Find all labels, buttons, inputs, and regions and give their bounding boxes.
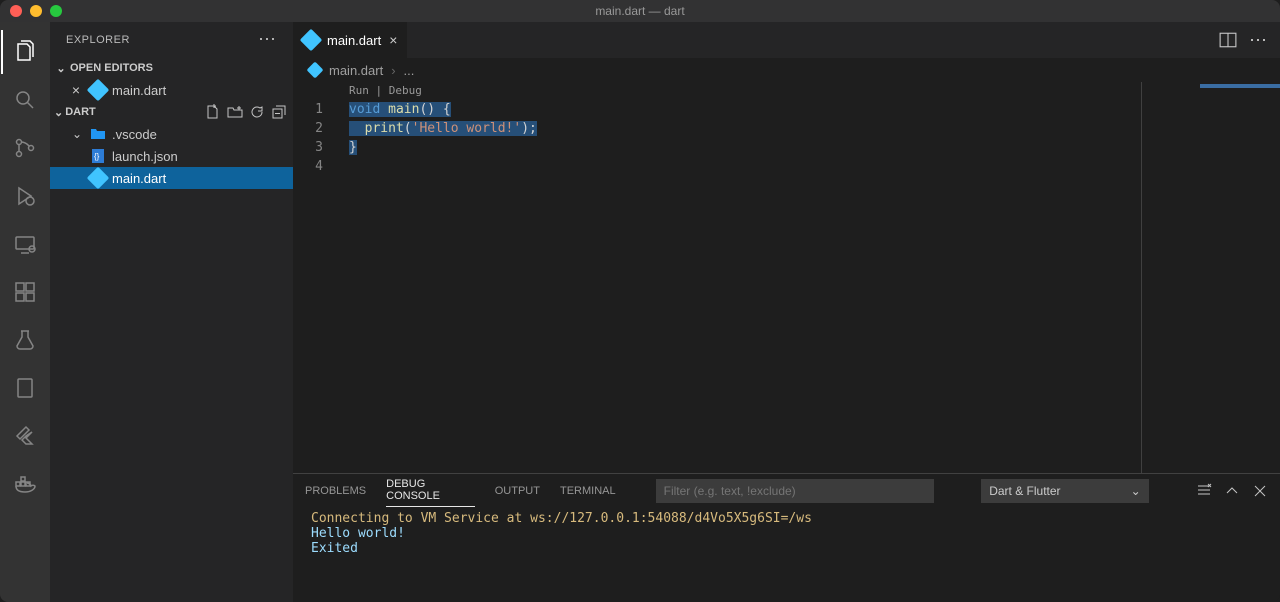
folder-name: DART <box>65 106 96 118</box>
editor-ruler <box>1141 82 1142 473</box>
sidebar-more-icon[interactable]: ⋯ <box>258 29 277 50</box>
panel-tab-output[interactable]: Output <box>495 481 540 501</box>
panel-tab-bar: Problems Debug Console Output Terminal D… <box>293 474 1280 507</box>
search-icon[interactable] <box>1 78 49 122</box>
close-editor-icon[interactable]: × <box>68 82 84 98</box>
dart-file-icon <box>307 62 324 79</box>
panel-tab-terminal[interactable]: Terminal <box>560 481 616 501</box>
dart-file-icon <box>300 29 323 52</box>
console-line: Hello world! <box>311 526 1262 541</box>
open-editors-label: OPEN EDITORS <box>70 62 153 74</box>
console-line: Exited <box>311 541 1262 556</box>
console-line: Connecting to VM Service at ws://127.0.0… <box>311 511 1262 526</box>
dart-file-icon <box>87 79 110 102</box>
svg-text:{}: {} <box>94 152 100 161</box>
dart-file-icon <box>87 167 110 190</box>
sidebar-title-row: EXPLORER ⋯ <box>50 22 293 57</box>
refresh-icon[interactable] <box>249 104 265 120</box>
chevron-down-icon: ⌄ <box>1131 484 1141 498</box>
open-editor-item[interactable]: × main.dart <box>50 79 293 101</box>
panel-tab-debug-console[interactable]: Debug Console <box>386 474 475 507</box>
workbench-body: EXPLORER ⋯ ⌄ OPEN EDITORS × main.dart ⌄ … <box>0 22 1280 602</box>
bookmark-icon[interactable] <box>1 366 49 410</box>
expand-panel-icon[interactable] <box>1224 483 1240 499</box>
editor-more-icon[interactable]: ⋯ <box>1249 30 1268 51</box>
activity-bar <box>0 22 50 602</box>
line-number-gutter: 1 2 3 4 <box>293 100 341 473</box>
vscode-window: main.dart — dart <box>0 0 1280 602</box>
code-content[interactable]: void main() { print('Hello world!'); } <box>341 100 537 473</box>
debug-session-select[interactable]: Dart & Flutter ⌄ <box>981 479 1148 503</box>
debug-console-output[interactable]: Connecting to VM Service at ws://127.0.0… <box>293 507 1280 602</box>
bottom-panel: Problems Debug Console Output Terminal D… <box>293 473 1280 602</box>
window-title: main.dart — dart <box>0 4 1280 18</box>
close-panel-icon[interactable] <box>1252 483 1268 499</box>
collapse-all-icon[interactable] <box>271 104 287 120</box>
tabs: main.dart × <box>293 22 408 58</box>
debug-session-label: Dart & Flutter <box>989 484 1060 498</box>
editor-area: Run | Debug 1 2 3 4 void main() { print(… <box>293 82 1280 473</box>
editor-actions: ⋯ <box>1219 22 1280 58</box>
testing-icon[interactable] <box>1 318 49 362</box>
editor-group: main.dart × ⋯ main.dart › ... Run | Debu… <box>293 22 1280 602</box>
clear-console-icon[interactable] <box>1196 483 1212 499</box>
extensions-icon[interactable] <box>1 270 49 314</box>
chevron-down-icon: ⌄ <box>72 127 84 141</box>
breadcrumbs[interactable]: main.dart › ... <box>293 58 1280 82</box>
folder-actions <box>205 104 287 120</box>
flutter-icon[interactable] <box>1 414 49 458</box>
tree-file-main-dart[interactable]: main.dart <box>50 167 293 189</box>
text-editor[interactable]: Run | Debug 1 2 3 4 void main() { print(… <box>293 82 1180 473</box>
split-editor-icon[interactable] <box>1219 31 1237 49</box>
codelens-run-debug[interactable]: Run | Debug <box>341 84 422 97</box>
tab-main-dart[interactable]: main.dart × <box>293 22 408 58</box>
tree-item-label: main.dart <box>112 171 166 186</box>
breadcrumb-file[interactable]: main.dart <box>329 63 383 78</box>
source-control-icon[interactable] <box>1 126 49 170</box>
tab-label: main.dart <box>327 33 381 48</box>
new-folder-icon[interactable] <box>227 104 243 120</box>
open-editors-header[interactable]: ⌄ OPEN EDITORS <box>50 57 293 79</box>
tab-bar: main.dart × ⋯ <box>293 22 1280 58</box>
new-file-icon[interactable] <box>205 104 221 120</box>
explorer-icon[interactable] <box>1 30 49 74</box>
breadcrumb-more[interactable]: ... <box>404 63 415 78</box>
open-editor-filename: main.dart <box>112 83 166 98</box>
json-file-icon: {} <box>90 148 106 164</box>
vscode-folder-icon <box>90 126 106 142</box>
minimap-selection <box>1200 84 1280 88</box>
titlebar: main.dart — dart <box>0 0 1280 22</box>
chevron-down-icon: ⌄ <box>54 106 63 119</box>
tree-folder-vscode[interactable]: ⌄ .vscode <box>50 123 293 145</box>
run-debug-icon[interactable] <box>1 174 49 218</box>
panel-actions <box>1196 483 1268 499</box>
tree-item-label: .vscode <box>112 127 157 142</box>
chevron-down-icon: ⌄ <box>54 62 68 75</box>
panel-tab-problems[interactable]: Problems <box>305 481 366 501</box>
tree-file-launch-json[interactable]: {} launch.json <box>50 145 293 167</box>
tree-item-label: launch.json <box>112 149 178 164</box>
folder-header[interactable]: ⌄ DART <box>50 101 293 123</box>
docker-icon[interactable] <box>1 462 49 506</box>
debug-filter-input[interactable] <box>656 479 934 503</box>
remote-icon[interactable] <box>1 222 49 266</box>
breadcrumb-separator: › <box>391 63 395 78</box>
minimap[interactable] <box>1180 82 1280 473</box>
close-tab-icon[interactable]: × <box>389 32 397 48</box>
sidebar-title: EXPLORER <box>66 34 130 46</box>
sidebar-explorer: EXPLORER ⋯ ⌄ OPEN EDITORS × main.dart ⌄ … <box>50 22 293 602</box>
